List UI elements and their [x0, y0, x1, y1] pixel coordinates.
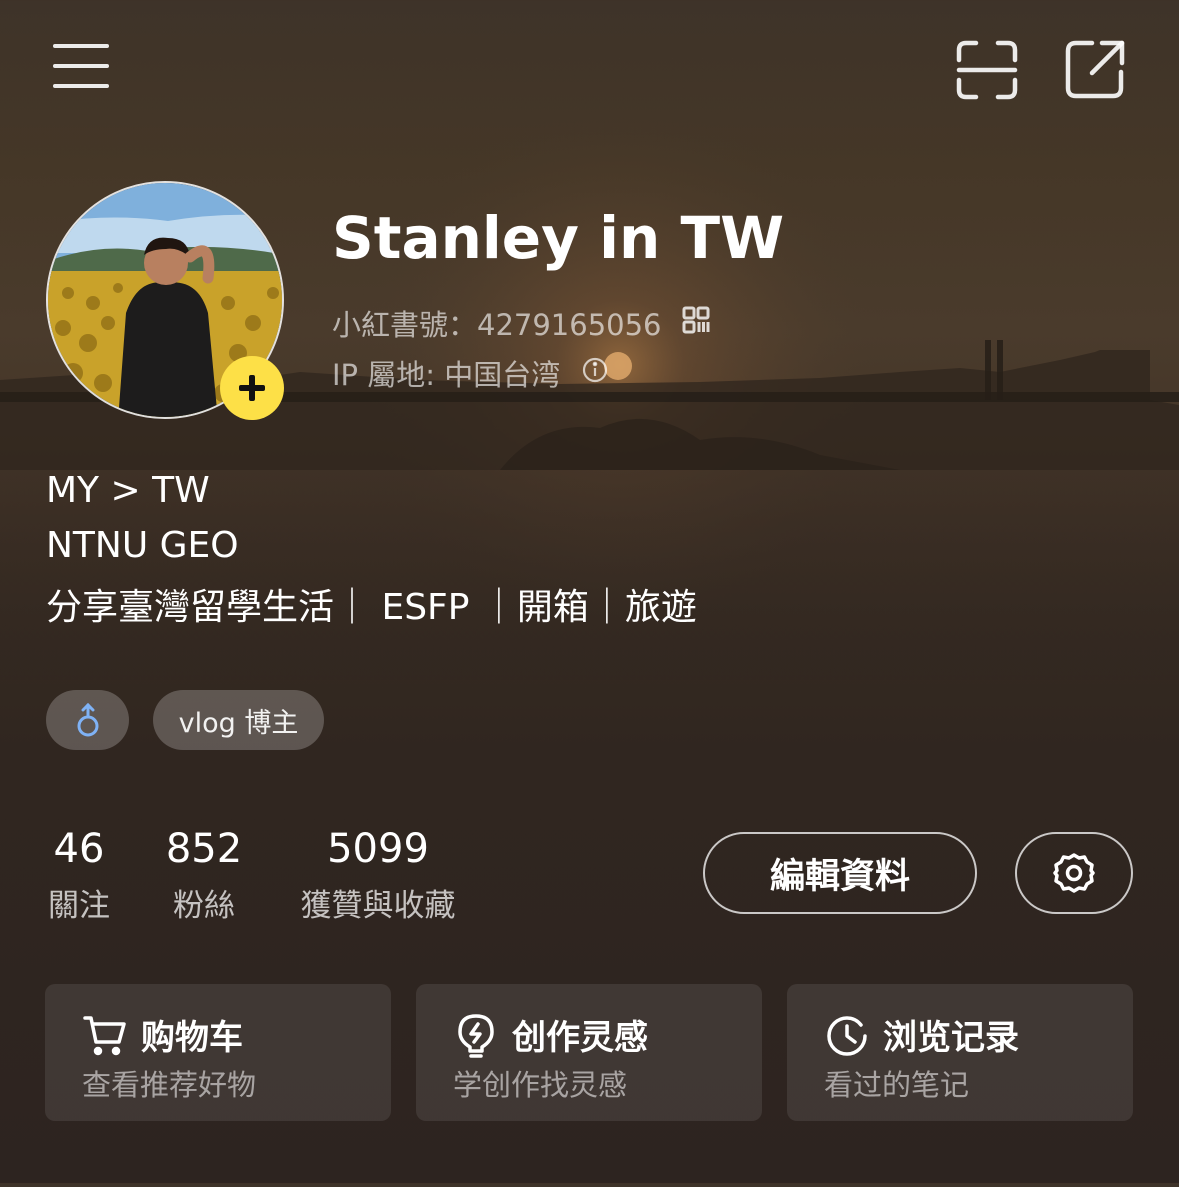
card-subtitle: 查看推荐好物	[82, 1068, 257, 1102]
profile-id-line: 小紅書號：4279165056	[332, 302, 710, 344]
info-icon[interactable]	[582, 356, 608, 390]
settings-button[interactable]	[1015, 832, 1133, 914]
card-title: 浏览记录	[883, 1018, 1019, 1058]
bio-line-2: NTNU GEO	[46, 525, 239, 566]
stat-likes-collections[interactable]: 5099 獲贊與收藏	[294, 826, 462, 925]
stat-label: 粉絲	[173, 888, 235, 924]
share-external-icon[interactable]	[1064, 38, 1126, 100]
gear-icon	[1053, 853, 1095, 893]
card-title: 创作灵感	[512, 1018, 648, 1058]
qr-code-icon[interactable]	[682, 306, 710, 341]
card-title: 购物车	[141, 1018, 243, 1058]
stat-value: 5099	[327, 826, 429, 872]
creative-inspiration-card[interactable]: 创作灵感 学创作找灵感	[416, 984, 762, 1121]
bio-line-3: 分享臺灣留學生活｜ ESFP ｜開箱｜旅遊	[46, 587, 697, 628]
stat-label: 關注	[48, 888, 110, 924]
browsing-history-card[interactable]: 浏览记录 看过的笔记	[787, 984, 1133, 1121]
stat-followers[interactable]: 852 粉絲	[163, 826, 245, 925]
shopping-cart-icon	[83, 1014, 127, 1060]
edit-profile-button[interactable]: 編輯資料	[703, 832, 977, 914]
stat-following[interactable]: 46 關注	[46, 826, 112, 925]
add-avatar-button[interactable]	[220, 356, 284, 420]
card-subtitle: 学创作找灵感	[453, 1068, 628, 1102]
shopping-cart-card[interactable]: 购物车 查看推荐好物	[45, 984, 391, 1121]
profile-ip-line: IP 屬地: 中国台湾	[332, 352, 608, 394]
bio-line-1: MY > TW	[46, 470, 210, 511]
profile-nickname: Stanley in TW	[332, 204, 785, 272]
lightbulb-icon	[456, 1014, 496, 1062]
stat-label: 獲贊與收藏	[300, 888, 456, 924]
scan-icon[interactable]	[956, 40, 1018, 100]
role-tag[interactable]: vlog 博主	[153, 690, 324, 750]
male-symbol-icon	[77, 703, 98, 737]
profile-ip: IP 屬地: 中国台湾	[332, 358, 561, 392]
gender-tag[interactable]	[46, 690, 129, 750]
card-subtitle: 看过的笔记	[824, 1068, 970, 1102]
stat-value: 46	[53, 826, 105, 872]
hamburger-menu-icon[interactable]	[52, 42, 110, 90]
stat-value: 852	[165, 826, 243, 872]
plus-icon	[239, 375, 265, 401]
clock-history-icon	[825, 1014, 869, 1062]
profile-id: 小紅書號：4279165056	[332, 308, 662, 342]
